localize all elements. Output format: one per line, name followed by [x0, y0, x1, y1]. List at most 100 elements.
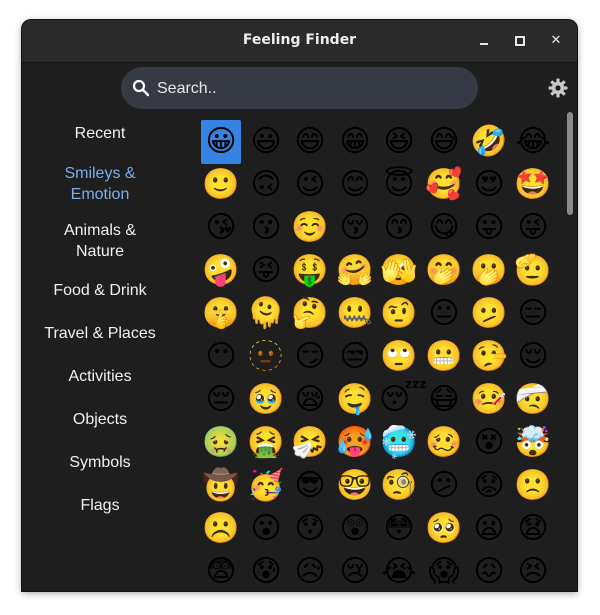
emoji-button[interactable]: 🤥: [469, 335, 509, 379]
emoji-button[interactable]: 😵: [469, 421, 509, 465]
emoji-button[interactable]: ☺️: [290, 206, 330, 250]
emoji-button[interactable]: 😷: [424, 378, 464, 422]
emoji-button[interactable]: 🥵: [335, 421, 375, 465]
search-bar[interactable]: [121, 67, 478, 111]
emoji-button[interactable]: ☹️: [201, 507, 241, 551]
title-bar[interactable]: Feeling Finder ✕: [22, 20, 577, 63]
emoji-button[interactable]: 😝: [246, 249, 286, 293]
emoji-button[interactable]: 😌: [513, 335, 553, 379]
emoji-button[interactable]: 🥶: [379, 421, 419, 465]
emoji-button[interactable]: 🙃: [246, 163, 286, 207]
emoji-button[interactable]: 🤩: [513, 163, 553, 207]
emoji-button[interactable]: 😑: [513, 292, 553, 336]
emoji-button[interactable]: 🤓: [335, 464, 375, 508]
emoji-button[interactable]: 🤮: [246, 421, 286, 465]
emoji-button[interactable]: 😗: [246, 206, 286, 250]
emoji-button[interactable]: 😆: [379, 120, 419, 164]
emoji-button[interactable]: 😏: [290, 335, 330, 379]
emoji-button[interactable]: 😬: [424, 335, 464, 379]
emoji-button[interactable]: 🫠: [246, 292, 286, 336]
category-flags[interactable]: Flags: [22, 495, 178, 516]
emoji-button[interactable]: 😘: [201, 206, 241, 250]
emoji-button[interactable]: 🤒: [469, 378, 509, 422]
emoji-button[interactable]: 😚: [335, 206, 375, 250]
emoji-button[interactable]: 😃: [246, 120, 286, 164]
emoji-button[interactable]: 😰: [246, 550, 286, 591]
emoji-button[interactable]: 🤧: [290, 421, 330, 465]
emoji-button[interactable]: 😕: [424, 464, 464, 508]
category-symbols[interactable]: Symbols: [22, 452, 178, 473]
emoji-button[interactable]: 😜: [513, 206, 553, 250]
emoji-button[interactable]: 😪: [290, 378, 330, 422]
emoji-button[interactable]: 😊: [335, 163, 375, 207]
emoji-button[interactable]: 🙁: [513, 464, 553, 508]
emoji-button[interactable]: 😧: [513, 507, 553, 551]
emoji-button[interactable]: 🥴: [424, 421, 464, 465]
category-activities[interactable]: Activities: [22, 366, 178, 387]
emoji-button[interactable]: 🤢: [201, 421, 241, 465]
scrollbar-thumb[interactable]: [567, 112, 573, 215]
emoji-button[interactable]: 😴: [379, 378, 427, 422]
category-smileys-emotion[interactable]: Smileys & Emotion: [22, 163, 178, 205]
emoji-button[interactable]: 😍: [469, 163, 509, 207]
emoji-button[interactable]: 😇: [379, 163, 419, 207]
emoji-button[interactable]: 😭: [379, 550, 419, 591]
emoji-button[interactable]: 😱: [424, 550, 464, 591]
gear-icon[interactable]: [548, 78, 568, 98]
emoji-button[interactable]: 🧐: [379, 464, 419, 508]
emoji-button[interactable]: 🤑: [290, 249, 330, 293]
emoji-button[interactable]: 😋: [424, 206, 464, 250]
emoji-button[interactable]: 😣: [513, 550, 553, 591]
emoji-button[interactable]: 🤠: [201, 464, 241, 508]
category-animals-nature[interactable]: Animals & Nature: [22, 220, 178, 262]
emoji-button[interactable]: 😔: [201, 378, 241, 422]
emoji-button[interactable]: 🤪: [201, 249, 241, 293]
emoji-button[interactable]: 😐: [424, 292, 464, 336]
category-objects[interactable]: Objects: [22, 409, 178, 430]
emoji-button[interactable]: 🤨: [379, 292, 419, 336]
emoji-button[interactable]: 😥: [290, 550, 330, 591]
emoji-button[interactable]: 🫡: [513, 249, 553, 293]
category-food-drink[interactable]: Food & Drink: [22, 280, 178, 301]
category-travel-places[interactable]: Travel & Places: [22, 323, 178, 344]
category-recent[interactable]: Recent: [22, 123, 178, 144]
emoji-button[interactable]: 🤕: [513, 378, 553, 422]
emoji-button[interactable]: 😯: [290, 507, 330, 551]
emoji-button[interactable]: 🥳: [246, 464, 286, 508]
emoji-button[interactable]: 🤭: [424, 249, 464, 293]
emoji-button[interactable]: 😟: [469, 464, 509, 508]
emoji-button[interactable]: 🙄: [379, 335, 419, 379]
emoji-button[interactable]: 🤫: [201, 292, 241, 336]
emoji-button[interactable]: 🫤: [469, 292, 509, 336]
emoji-button[interactable]: 😉: [290, 163, 330, 207]
emoji-button[interactable]: 🥹: [246, 378, 286, 422]
emoji-button[interactable]: 😖: [469, 550, 509, 591]
emoji-button[interactable]: 🤣: [469, 120, 509, 164]
emoji-button[interactable]: 😙: [379, 206, 419, 250]
emoji-button[interactable]: 🙂: [201, 163, 241, 207]
emoji-button[interactable]: 🤔: [290, 292, 330, 336]
emoji-button[interactable]: 🤯: [513, 421, 553, 465]
close-button[interactable]: ✕: [543, 28, 569, 54]
emoji-button[interactable]: 😲: [335, 507, 375, 551]
emoji-button[interactable]: 😄: [290, 120, 330, 164]
emoji-button[interactable]: 😛: [469, 206, 509, 250]
emoji-button[interactable]: 😮: [246, 507, 286, 551]
emoji-button[interactable]: 🫥: [246, 335, 286, 379]
emoji-button[interactable]: 🥺: [424, 507, 464, 551]
emoji-button[interactable]: 😨: [201, 550, 241, 591]
emoji-button[interactable]: 😢: [335, 550, 375, 591]
emoji-button[interactable]: 😅: [424, 120, 464, 164]
emoji-button[interactable]: 😎: [290, 464, 330, 508]
minimize-button[interactable]: [471, 28, 497, 54]
maximize-button[interactable]: [507, 28, 533, 54]
emoji-button[interactable]: 😶: [201, 335, 241, 379]
emoji-button[interactable]: 😀: [201, 120, 241, 164]
emoji-button[interactable]: 😳: [379, 507, 419, 551]
emoji-button[interactable]: 🤗: [335, 249, 375, 293]
emoji-button[interactable]: 🫣: [379, 249, 419, 293]
emoji-button[interactable]: 🤤: [335, 378, 375, 422]
emoji-button[interactable]: 😂: [513, 120, 553, 164]
emoji-button[interactable]: 😒: [335, 335, 375, 379]
search-input[interactable]: [155, 67, 459, 111]
